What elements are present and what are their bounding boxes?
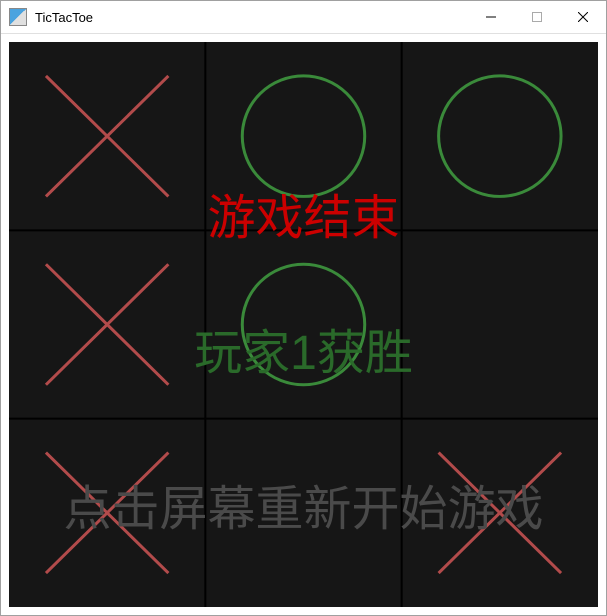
app-icon	[9, 8, 27, 26]
maximize-button[interactable]	[514, 1, 560, 33]
titlebar: TicTacToe	[1, 1, 606, 34]
game-canvas[interactable]: 游戏结束 玩家1获胜 点击屏幕重新开始游戏	[9, 42, 598, 607]
board-svg	[9, 42, 598, 607]
close-button[interactable]	[560, 1, 606, 33]
window-controls	[468, 1, 606, 33]
minimize-button[interactable]	[468, 1, 514, 33]
app-window: TicTacToe 游戏结束 玩家1获胜 点击屏幕重新开始游戏	[0, 0, 607, 616]
window-title: TicTacToe	[35, 10, 468, 25]
